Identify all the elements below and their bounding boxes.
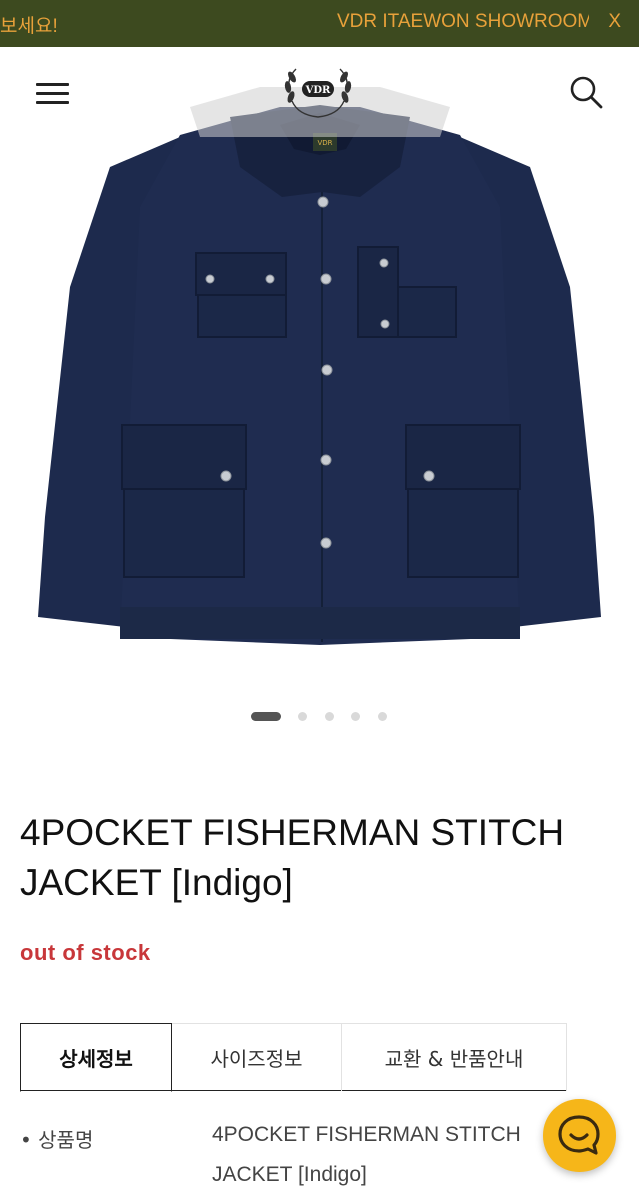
- carousel-pagination: [0, 710, 639, 722]
- carousel-dot[interactable]: [325, 712, 334, 721]
- product-name-value: 4POCKET FISHERMAN STITCH JACKET [Indigo]: [212, 1123, 521, 1186]
- tab-size-info[interactable]: 사이즈정보: [172, 1023, 342, 1091]
- announcement-bar: 보세요! VDR ITAEWON SHOWROOM X: [0, 0, 639, 47]
- tab-label: 사이즈정보: [210, 1047, 303, 1071]
- tab-label: 교환 & 반품안내: [384, 1047, 524, 1071]
- announcement-text-right[interactable]: VDR ITAEWON SHOWROOM: [337, 11, 589, 33]
- laurel-crest-icon: VDR: [284, 68, 352, 118]
- carousel-dot[interactable]: [351, 712, 360, 721]
- chat-bubble-icon: [558, 1115, 600, 1155]
- neck-label-text: VDR: [317, 139, 332, 147]
- logo-text: VDR: [305, 85, 331, 96]
- tab-label: 상세정보: [59, 1047, 133, 1071]
- product-image[interactable]: VDR: [0, 47, 639, 687]
- tab-exchange-return[interactable]: 교환 & 반품안내: [342, 1023, 567, 1091]
- tab-detail-info[interactable]: 상세정보: [20, 1023, 172, 1092]
- carousel-dot[interactable]: [378, 712, 387, 721]
- site-header: VDR: [0, 47, 639, 137]
- product-info-tabs: 상세정보 사이즈정보 교환 & 반품안내: [20, 1023, 567, 1092]
- jacket-product-image: VDR: [0, 47, 639, 687]
- product-name-label: • 상품명: [20, 1128, 94, 1152]
- hamburger-menu-icon[interactable]: [36, 83, 69, 104]
- announcement-close-button[interactable]: X: [608, 11, 621, 33]
- announcement-text-left: 보세요!: [0, 16, 58, 37]
- carousel-dot[interactable]: [298, 712, 307, 721]
- chat-button[interactable]: [543, 1099, 616, 1172]
- search-icon[interactable]: [569, 75, 603, 109]
- brand-logo[interactable]: VDR: [278, 61, 358, 123]
- carousel-dot[interactable]: [251, 712, 281, 721]
- stock-status: out of stock: [20, 940, 151, 965]
- product-title: 4POCKET FISHERMAN STITCH JACKET [Indigo]: [20, 812, 565, 903]
